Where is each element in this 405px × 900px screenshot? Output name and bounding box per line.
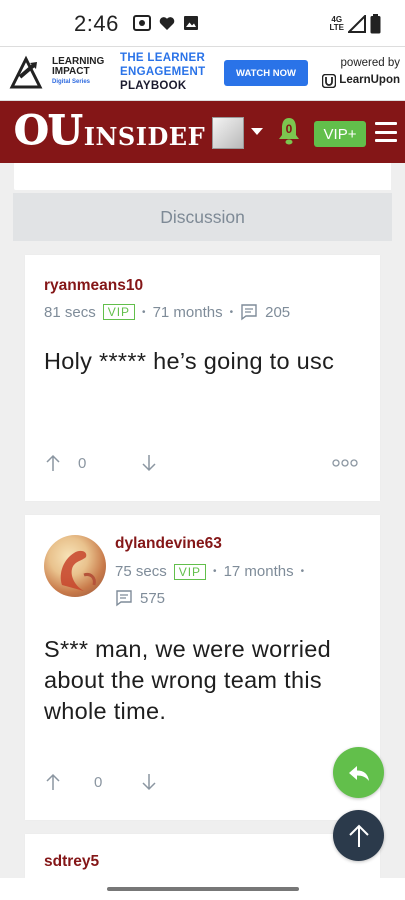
screen-record-icon <box>133 15 151 31</box>
member-tenure: 71 months <box>152 303 223 321</box>
image-icon <box>184 16 198 30</box>
reply-icon <box>348 765 369 781</box>
comment-card: dylandevine63 75 secs VIP • 17 months • … <box>25 515 380 820</box>
comment-meta: 75 secs VIP • 17 months • <box>115 563 305 580</box>
site-logo[interactable]: OU INSIDEF <box>14 107 206 154</box>
ad-brand-line2: IMPACT <box>52 66 90 77</box>
status-bar: 2:46 4G LTE <box>0 0 405 46</box>
signal-icon <box>348 15 366 33</box>
downvote-icon[interactable] <box>141 773 157 791</box>
reply-button[interactable] <box>333 747 384 798</box>
battery-icon <box>370 14 381 34</box>
downvote-icon[interactable] <box>141 454 157 472</box>
comment-time: 75 secs <box>115 563 167 580</box>
ad-brand-sub: Digital Series <box>52 79 91 85</box>
avatar-image-icon <box>60 550 96 591</box>
discussion-header: Discussion <box>13 193 392 241</box>
comment-username[interactable]: ryanmeans10 <box>44 277 143 295</box>
heart-icon <box>159 16 175 30</box>
comment-meta: 81 secs VIP • 71 months • 205 <box>44 303 291 321</box>
comment-body: S*** man, we were worried about the wron… <box>44 636 331 724</box>
user-avatar[interactable] <box>44 535 106 597</box>
post-count: 205 <box>265 303 291 321</box>
logo-ou: OU <box>14 107 84 154</box>
comment-username[interactable]: dylandevine63 <box>115 535 222 553</box>
comment-card: sdtrey5 <box>25 834 380 878</box>
comment-card: ryanmeans10 81 secs VIP • 71 months • 20… <box>25 255 380 501</box>
menu-icon[interactable] <box>375 122 397 142</box>
vip-badge: VIP <box>102 304 136 320</box>
previous-card <box>14 163 391 190</box>
comment-username[interactable]: sdtrey5 <box>44 853 99 871</box>
logo-insider: INSIDEF <box>83 122 206 151</box>
vip-plus-button[interactable]: VIP+ <box>314 121 366 147</box>
notifications-button[interactable]: 0 <box>276 116 302 146</box>
upvote-icon[interactable] <box>45 773 61 791</box>
posts-icon <box>116 590 132 607</box>
watch-now-button[interactable]: WATCH NOW <box>224 60 308 86</box>
status-time: 2:46 <box>74 11 119 36</box>
comment-body: Holy ***** he’s going to usc <box>44 348 335 374</box>
post-count: 575 <box>140 589 166 607</box>
site-header: OU INSIDEF 0 VIP+ <box>0 101 405 163</box>
gesture-nav-bar <box>0 878 405 900</box>
ad-powered-by: powered by <box>340 57 400 69</box>
more-options-icon[interactable] <box>332 458 358 468</box>
learning-impact-logo-icon <box>9 55 43 89</box>
posts-icon <box>241 304 257 321</box>
network-type: 4G LTE <box>329 15 344 32</box>
ad-headline: THE LEARNER ENGAGEMENT PLAYBOOK <box>120 52 206 92</box>
upvote-icon[interactable] <box>45 454 61 472</box>
vip-badge: VIP <box>173 563 207 580</box>
arrow-up-icon <box>348 824 369 847</box>
learnupon-logo-icon <box>322 73 337 88</box>
scroll-to-top-button[interactable] <box>333 810 384 861</box>
notification-count: 0 <box>285 122 293 136</box>
ad-banner[interactable]: LEARNING IMPACT Digital Series THE LEARN… <box>0 46 405 101</box>
comment-time: 81 secs <box>44 303 96 321</box>
chevron-down-icon[interactable] <box>251 128 263 135</box>
member-tenure: 17 months <box>223 563 294 580</box>
vote-count: 0 <box>94 773 103 791</box>
ad-sponsor: LearnUpon <box>339 74 400 86</box>
user-avatar[interactable] <box>212 117 244 149</box>
home-handle[interactable] <box>107 887 299 891</box>
vote-count: 0 <box>78 454 87 472</box>
